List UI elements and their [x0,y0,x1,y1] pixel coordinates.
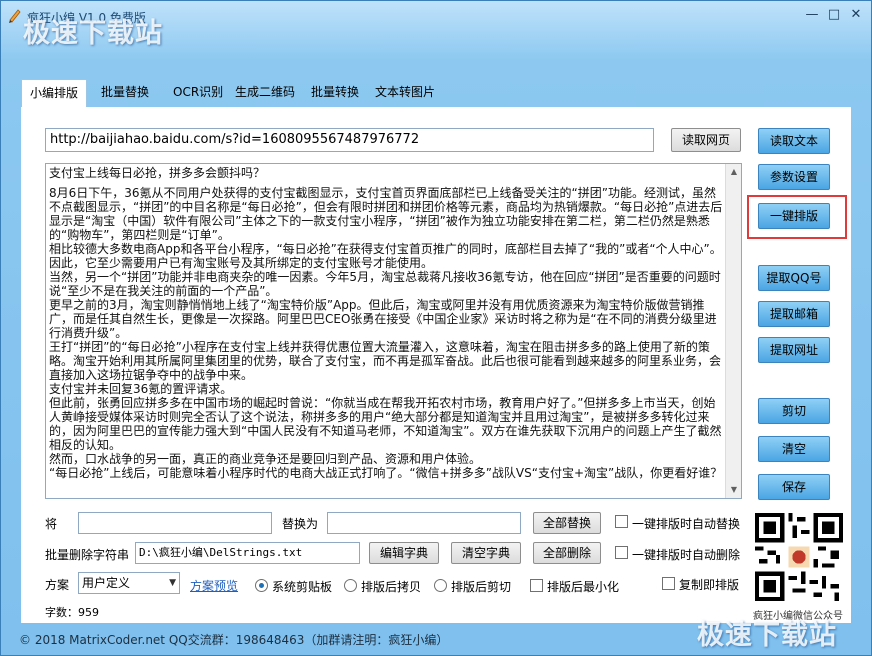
maximize-icon[interactable]: □ [823,5,845,25]
article-paragraph: 8月6日下午，36氪从不同用户处获得的支付宝截图显示，支付宝首页界面底部栏已上线… [49,186,723,242]
clipboard-radio[interactable] [255,579,268,592]
article-paragraph: 支付宝并未回复36氪的置评请求。 [49,382,233,396]
read-text-button[interactable]: 读取文本 [758,128,830,154]
extract-email-button[interactable]: 提取邮箱 [758,301,830,327]
replace-from-input[interactable] [78,512,272,534]
delete-all-button[interactable]: 全部删除 [533,542,601,564]
extract-qq-button[interactable]: 提取QQ号 [758,265,830,291]
watermark-top: 极速下载站 [23,18,163,49]
copy-instant-checkbox-label: 复制即排版 [679,578,740,592]
article-paragraph: 更早之前的3月，淘宝则静悄悄地上线了“淘宝特价版”App。但此后，淘宝或阿里并没… [49,298,717,340]
delete-dict-path-input[interactable]: D:\疯狂小编\DelStrings.txt [135,542,360,564]
chevron-down-icon: ▼ [169,578,176,588]
tab-layout[interactable]: 小编排版 [21,79,88,108]
edit-dict-button[interactable]: 编辑字典 [369,542,439,564]
article-paragraph: 相比较德大多数电商App和各平台小程序，“每日必抢”在获得支付宝首页推广的同时，… [49,242,722,270]
tab-ocr[interactable]: OCR识别 [165,79,231,107]
url-input[interactable]: http://baijiahao.baidu.com/s?id=16080955… [45,128,654,152]
tab-batch-convert[interactable]: 批量转换 [303,79,367,107]
auto-delete-checkbox[interactable] [615,546,628,559]
scheme-preview-link[interactable]: 方案预览 [190,577,238,594]
watermark-bottom: 极速下载站 [697,620,837,651]
replace-from-label: 将 [45,517,58,531]
tab-qrcode[interactable]: 生成二维码 [227,79,303,107]
article-paragraph: 但此前，张勇回应拼多多在中国市场的崛起时曾说：“你就当成在帮我开拓农村市场，教育… [49,396,722,452]
scroll-down-icon[interactable]: ▼ [726,482,741,498]
close-icon[interactable]: ✕ [845,5,867,25]
replace-to-input[interactable] [327,512,521,534]
article-paragraph: 王打“拼团”的“每日必抢”小程序在支付宝上线并获得优惠位置大流量灌入，这意味着，… [49,340,722,382]
copy-instant-checkbox[interactable] [662,577,675,590]
app-window: 疯狂小编 V1.0 免费版 — □ ✕ 极速下载站 小编排版 批量替换 OCR识… [0,0,872,656]
tab-text-to-image[interactable]: 文本转图片 [367,79,443,107]
auto-replace-checkbox[interactable] [615,515,628,528]
scrollbar[interactable]: ▲ ▼ [725,164,741,498]
article-paragraph: 当然，另一个“拼团”功能并非电商夹杂的唯一因素。今年5月，淘宝总裁蒋凡接收36氪… [49,270,721,298]
cut-after-radio-label: 排版后剪切 [451,580,512,594]
minimize-checkbox-label: 排版后最小化 [547,580,620,594]
minimize-icon[interactable]: — [801,5,823,25]
save-button[interactable]: 保存 [758,474,830,500]
batch-delete-label: 批量删除字符串 [45,548,130,562]
params-button[interactable]: 参数设置 [758,164,830,190]
copy-after-radio[interactable] [344,579,357,592]
scroll-up-icon[interactable]: ▲ [726,164,741,180]
clear-dict-button[interactable]: 清空字典 [451,542,521,564]
qr-code [755,513,843,601]
read-page-button[interactable]: 读取网页 [671,128,741,152]
clear-button[interactable]: 清空 [758,436,830,462]
scheme-label: 方案 [45,578,70,592]
scheme-select[interactable]: 用户定义 ▼ [78,572,180,594]
scheme-selected-value: 用户定义 [82,576,131,590]
cut-button[interactable]: 剪切 [758,398,830,424]
article-paragraph: 支付宝上线每日必抢，拼多多会颤抖吗？ [49,166,266,180]
article-paragraph: “每日必抢”上线后，可能意味着小程序时代的电商大战正式打响了。“微信+拼多多”战… [49,466,723,480]
article-textarea[interactable]: 支付宝上线每日必抢，拼多多会颤抖吗？ 8月6日下午，36氪从不同用户处获得的支付… [45,163,742,499]
replace-to-label: 替换为 [282,517,319,531]
auto-delete-label: 一键排版时自动删除 [632,548,741,562]
status-text: © 2018 MatrixCoder.net QQ交流群：198648463（加… [19,633,449,647]
word-count: 字数：959 [45,606,99,619]
replace-all-button[interactable]: 全部替换 [533,512,601,534]
minimize-checkbox[interactable] [530,579,543,592]
auto-replace-label: 一键排版时自动替换 [632,517,741,531]
article-paragraph: 然而，口水战争的另一面，真正的商业竞争还是要回归到产品、资源和用户体验。 [49,452,482,466]
app-logo-icon [9,9,21,23]
tab-batch-replace[interactable]: 批量替换 [93,79,157,107]
one-click-layout-button[interactable]: 一键排版 [758,203,830,229]
copy-after-radio-label: 排版后拷贝 [361,580,422,594]
extract-url-button[interactable]: 提取网址 [758,337,830,363]
article-text: 支付宝上线每日必抢，拼多多会颤抖吗？ 8月6日下午，36氪从不同用户处获得的支付… [49,166,723,480]
cut-after-radio[interactable] [434,579,447,592]
clipboard-radio-label: 系统剪贴板 [272,580,333,594]
